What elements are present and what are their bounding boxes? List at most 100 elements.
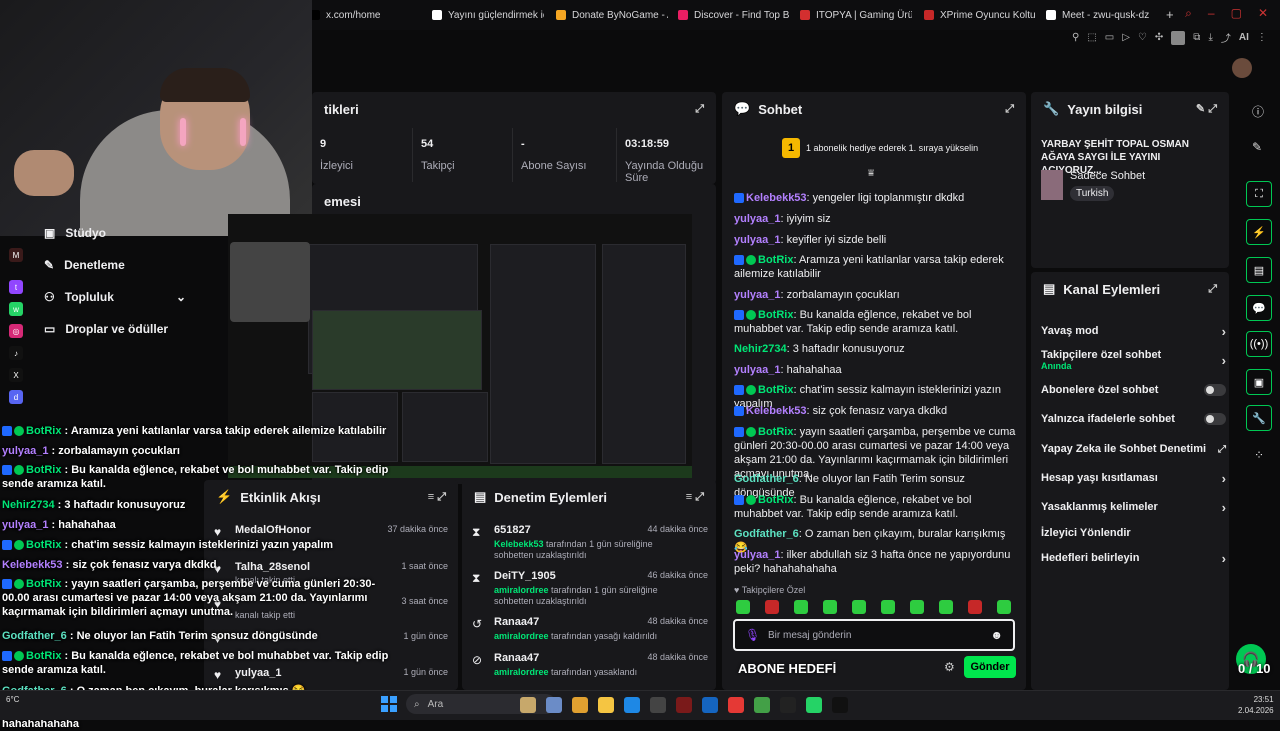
emote-icon[interactable]: [939, 600, 953, 614]
chat-username[interactable]: Nehir2734: [734, 343, 787, 355]
instagram-icon[interactable]: ◎: [9, 324, 23, 338]
search-icon[interactable]: ⌕: [1185, 6, 1192, 21]
chat-username[interactable]: BotRix: [758, 384, 793, 396]
nav-item-community[interactable]: ⚇ Topluluk ⌄: [44, 290, 186, 304]
chat-username[interactable]: Godfather_6: [734, 528, 799, 540]
chat-username[interactable]: yulyaa_1: [734, 213, 780, 225]
nav-item-drops[interactable]: ▭ Droplar ve ödüller: [44, 322, 168, 336]
nav-item-moderation[interactable]: ✎ Denetleme: [44, 258, 125, 272]
explorer-icon[interactable]: [598, 697, 614, 713]
popout-icon[interactable]: ⤢: [695, 103, 704, 116]
chat-username[interactable]: Kelebekk53: [746, 192, 807, 204]
files-icon[interactable]: [546, 697, 562, 713]
moderation-item[interactable]: ⊘ Ranaa47 amiralordree tarafından yasaklan…: [472, 652, 708, 692]
emote-icon[interactable]: [997, 600, 1011, 614]
channel-action-row[interactable]: Yasaklanmış kelimeler ›: [1041, 499, 1226, 515]
tiktok-icon[interactable]: ♪: [9, 346, 23, 360]
copilot-icon[interactable]: [572, 697, 588, 713]
bolt-sidebar-icon[interactable]: ⚡: [1246, 219, 1272, 245]
info-icon[interactable]: ⓘ: [1252, 103, 1264, 120]
brave-icon[interactable]: [728, 697, 744, 713]
nav-item-studio[interactable]: ▣ Stüdyo: [44, 226, 106, 240]
emote-icon[interactable]: [736, 600, 750, 614]
pinned-icon[interactable]: ⩸: [868, 168, 874, 179]
emote-icon[interactable]: [910, 600, 924, 614]
chat-username[interactable]: yulyaa_1: [734, 289, 780, 301]
channel-action-row[interactable]: Yapay Zeka ile Sohbet Denetimi ⤢: [1041, 441, 1226, 457]
channel-action-row[interactable]: Abonelere özel sohbet: [1041, 382, 1226, 398]
more-icon[interactable]: ⁘: [1254, 448, 1264, 462]
filter-icon[interactable]: ≡ ⤢: [686, 491, 704, 504]
new-tab-button[interactable]: +: [1166, 7, 1174, 22]
popout-icon[interactable]: ⤢: [1005, 103, 1014, 116]
whatsapp-icon[interactable]: [806, 697, 822, 713]
browser-tab[interactable]: Donate ByNoGame - Ak: [556, 6, 668, 24]
browser-tab[interactable]: XPrime Oyuncu Koltuğu: [924, 6, 1036, 24]
browser-tab[interactable]: Discover - Find Top Blo: [678, 6, 790, 24]
channel-action-row[interactable]: Takipçilere özel sohbet Anında ›: [1041, 349, 1226, 371]
channel-action-row[interactable]: Hesap yaşı kısıtlaması ›: [1041, 470, 1226, 486]
pencil-icon[interactable]: ✎: [1252, 140, 1262, 154]
taskbar-clock[interactable]: 23:51 2.04.2026: [1238, 694, 1274, 716]
download-icon[interactable]: ⤓: [1208, 32, 1212, 43]
emote-icon[interactable]: [794, 600, 808, 614]
x-icon[interactable]: X: [9, 368, 23, 382]
terminal-icon[interactable]: [650, 697, 666, 713]
cast-icon[interactable]: ▭: [1105, 32, 1114, 43]
windows-start-icon[interactable]: [381, 696, 397, 712]
chat-username[interactable]: yulyaa_1: [734, 234, 780, 246]
emote-icon[interactable]: [823, 600, 837, 614]
browser-tab[interactable]: ITOPYA | Gaming Ürünle: [800, 6, 912, 24]
pin-icon[interactable]: ⚲: [1072, 32, 1079, 43]
whatsapp-icon[interactable]: w: [9, 302, 23, 316]
settings-icon[interactable]: ⚙: [944, 660, 955, 674]
emote-icon[interactable]: [852, 600, 866, 614]
chat-username[interactable]: BotRix: [758, 254, 793, 266]
discord-icon[interactable]: d: [9, 390, 23, 404]
toggle-switch[interactable]: [1204, 384, 1226, 396]
chat-username[interactable]: Godfather_6: [734, 473, 799, 485]
screenshot-icon[interactable]: ⬚: [1087, 32, 1096, 43]
edge-icon[interactable]: [624, 697, 640, 713]
category-thumbnail[interactable]: [1041, 170, 1063, 200]
user-avatar[interactable]: [1232, 58, 1252, 78]
tools-icon[interactable]: 🔧: [1246, 405, 1272, 431]
mail-icon[interactable]: [702, 697, 718, 713]
chat-username[interactable]: Kelebekk53: [746, 405, 807, 417]
gift-banner[interactable]: 1 abonelik hediye ederek 1. sıraya yükse…: [806, 143, 978, 153]
minimize-icon[interactable]: –: [1208, 6, 1215, 21]
heart-icon[interactable]: ♡: [1138, 32, 1147, 43]
mail-icon[interactable]: M: [9, 248, 23, 262]
channel-action-row[interactable]: Yalnızca ifadelerle sohbet: [1041, 411, 1226, 427]
chat-username[interactable]: yulyaa_1: [734, 549, 780, 561]
moderation-actor[interactable]: amiralordree: [494, 585, 549, 595]
widgets-icon[interactable]: [520, 697, 536, 713]
play-icon[interactable]: ▷: [1122, 32, 1130, 43]
chrome-icon[interactable]: [754, 697, 770, 713]
moderation-item[interactable]: ↺ Ranaa47 amiralordree tarafından yasağı k…: [472, 616, 708, 656]
stream-preview[interactable]: [228, 214, 692, 478]
category-name[interactable]: Sadece Sohbet: [1070, 170, 1145, 182]
app-icon[interactable]: [676, 697, 692, 713]
moderation-item[interactable]: ⧗ DeiTY_1905 amiralordree tarafından 1 gün…: [472, 570, 708, 610]
browser-tab[interactable]: Meet - zwu-qusk-dz: [1046, 6, 1158, 24]
chat-username[interactable]: BotRix: [758, 494, 793, 506]
emote-icon[interactable]: [765, 600, 779, 614]
game-icon[interactable]: [832, 697, 848, 713]
channel-action-row[interactable]: İzleyici Yönlendir: [1041, 525, 1226, 541]
chat-username[interactable]: BotRix: [758, 426, 793, 438]
share-icon[interactable]: ⤴: [1221, 30, 1231, 45]
mic-icon[interactable]: 🎙: [745, 628, 760, 642]
weather-widget[interactable]: 6°C: [6, 695, 19, 704]
popout-icon[interactable]: ⤢: [1208, 283, 1217, 296]
moderation-actor[interactable]: Kelebekk53: [494, 539, 544, 549]
filter-icon[interactable]: ≡ ⤢: [428, 491, 446, 504]
puzzle-icon[interactable]: ⧉: [1193, 32, 1200, 43]
chat-sidebar-icon[interactable]: 💬: [1246, 295, 1272, 321]
emote-picker-icon[interactable]: ☻: [990, 628, 1003, 642]
send-button[interactable]: Gönder: [964, 656, 1016, 678]
chat-input[interactable]: 🎙 Bir mesaj gönderin ☻: [733, 619, 1015, 651]
twitch-icon[interactable]: t: [9, 280, 23, 294]
profile-icon[interactable]: [1171, 30, 1186, 45]
extensions-icon[interactable]: ✣: [1155, 32, 1163, 43]
